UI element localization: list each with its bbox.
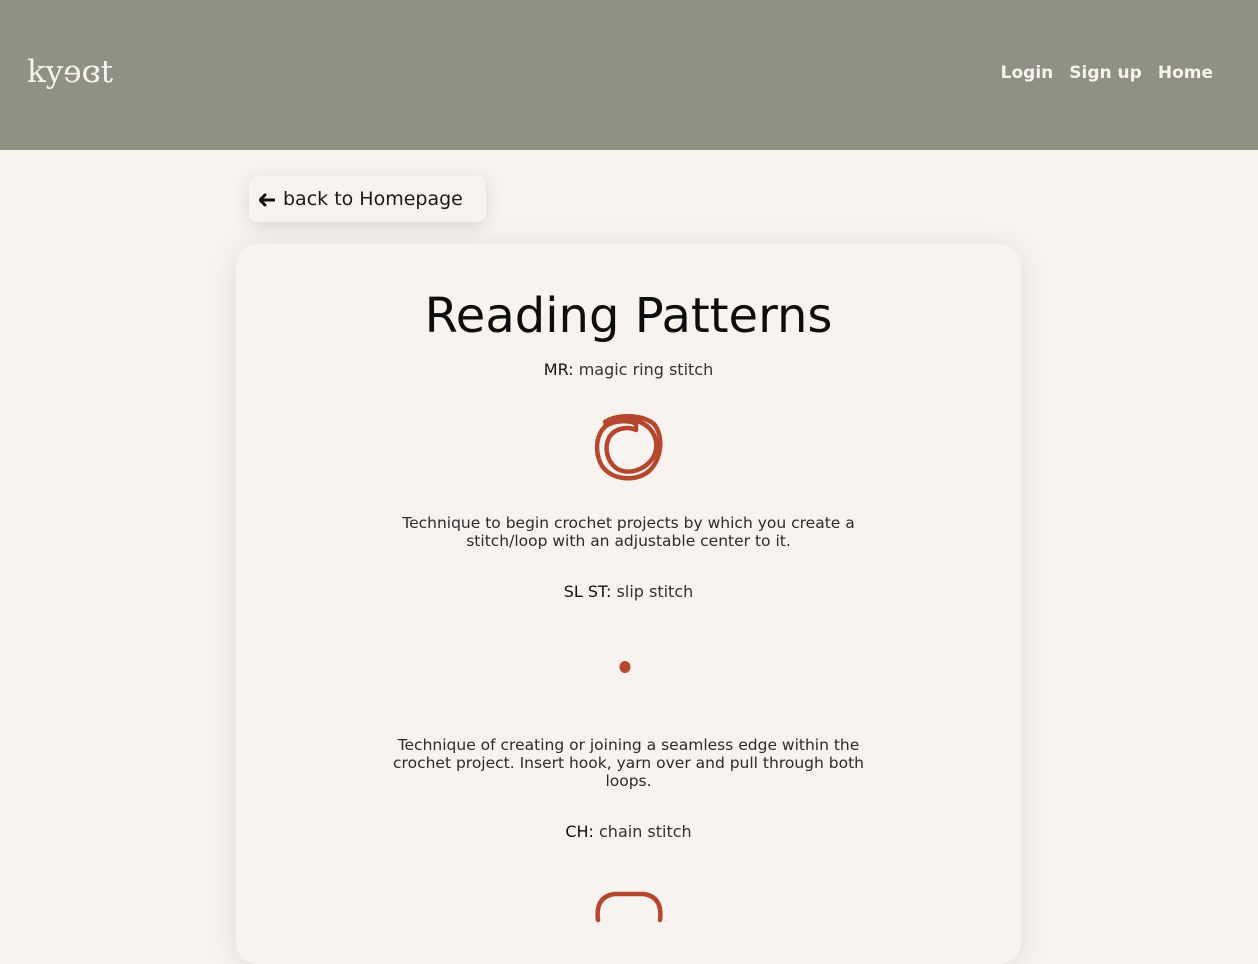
site-logo[interactable]: kyɘɞt [27, 52, 113, 92]
term-name: chain stitch [599, 822, 692, 841]
content-card: Reading Patterns MR: magic ring stitch T… [236, 244, 1021, 964]
arrow-left-icon [258, 192, 276, 207]
term-abbr: MR: [543, 360, 574, 379]
nav-signup-link[interactable]: Sign up [1069, 62, 1142, 84]
term-abbr: SL ST: [563, 582, 612, 601]
term-name: slip stitch [616, 582, 694, 601]
magic-ring-icon [594, 414, 663, 481]
main-nav: Login Sign up Home [1001, 62, 1213, 84]
back-button-label: back to Homepage [283, 188, 463, 210]
chain-stitch-oval-icon [595, 891, 663, 923]
term-heading-slst: SL ST: slip stitch [236, 582, 1021, 602]
nav-login-link[interactable]: Login [1001, 62, 1054, 84]
site-header: kyɘɞt Login Sign up Home [0, 0, 1258, 150]
term-heading-ch: CH: chain stitch [236, 822, 1021, 842]
term-abbr: CH: [565, 822, 594, 841]
term-description-slst: Technique of creating or joining a seaml… [393, 736, 864, 790]
page-title: Reading Patterns [424, 288, 833, 344]
back-to-homepage-button[interactable]: back to Homepage [249, 176, 486, 222]
term-name: magic ring stitch [578, 360, 714, 379]
slip-stitch-dot-icon [619, 661, 631, 673]
nav-home-link[interactable]: Home [1158, 62, 1213, 84]
term-heading-mr: MR: magic ring stitch [236, 360, 1021, 380]
term-description-mr: Technique to begin crochet projects by w… [402, 514, 855, 550]
